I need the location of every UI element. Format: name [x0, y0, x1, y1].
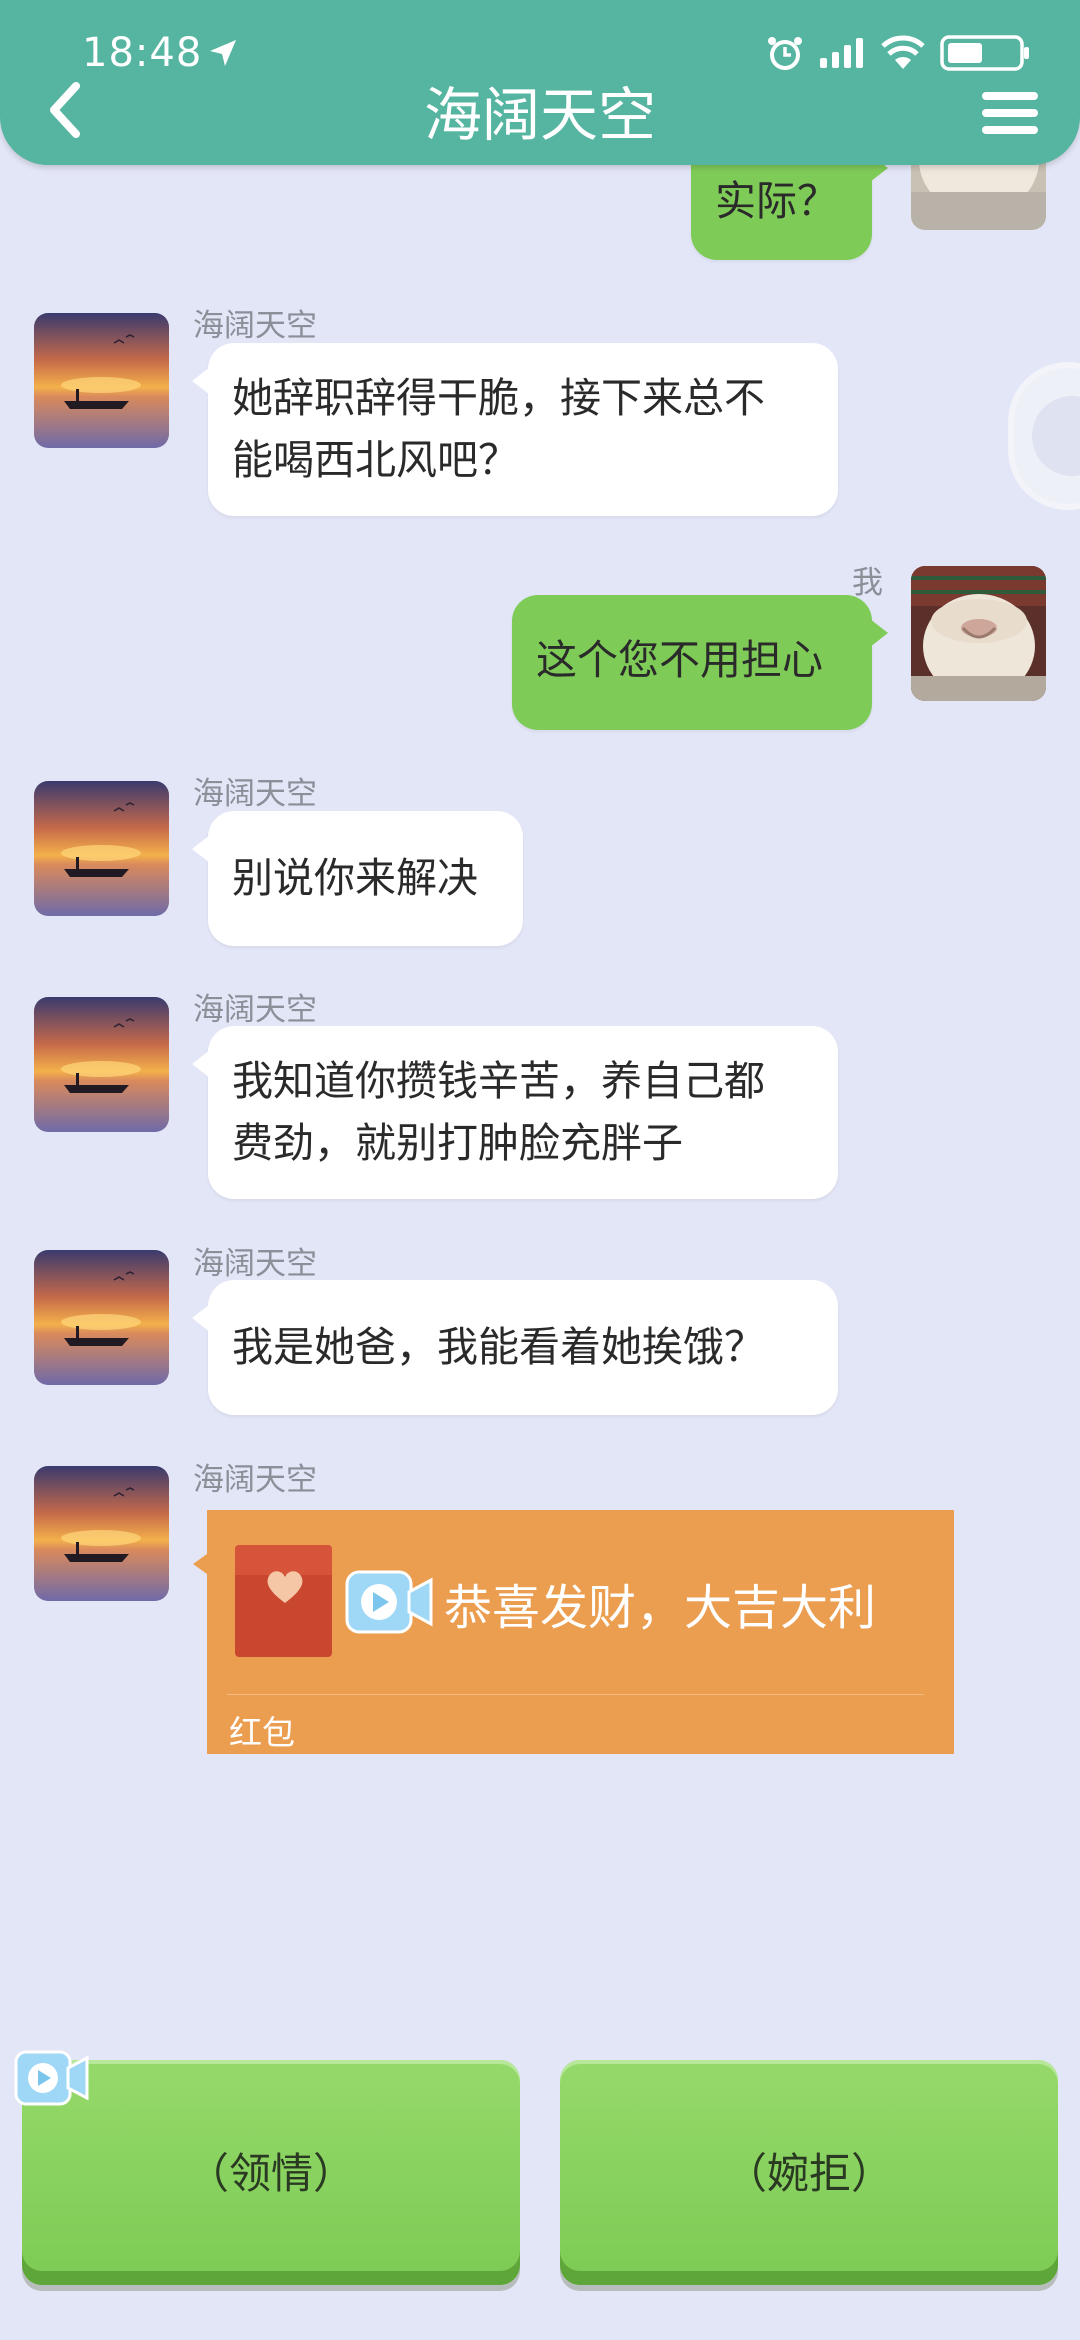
message-bubble-incoming: 她辞职辞得干脆，接下来总不 能喝西北风吧？	[192, 343, 838, 516]
video-icon[interactable]	[14, 2050, 90, 2106]
sender-name: 海阔天空	[193, 1246, 317, 1282]
sender-name: 海阔天空	[193, 776, 317, 812]
my-avatar[interactable]	[911, 566, 1046, 701]
message-text: 别说你来解决	[232, 854, 478, 902]
sender-name: 海阔天空	[193, 992, 317, 1028]
message-line: 能喝西北风吧？	[232, 436, 519, 484]
red-envelope-icon	[235, 1545, 332, 1657]
message-line: 她辞职辞得干脆，接下来总不	[232, 374, 765, 422]
wifi-icon	[881, 35, 925, 69]
contact-avatar[interactable]	[34, 1250, 169, 1385]
sender-name: 海阔天空	[193, 1462, 317, 1498]
message-line: 我知道你攒钱辛苦，养自己都	[232, 1057, 765, 1105]
red-packet-label: 红包	[229, 1713, 295, 1752]
message-text: 实际？	[715, 177, 838, 225]
choice-button-decline[interactable]: （婉拒）	[560, 2060, 1058, 2285]
signal-icon	[820, 38, 863, 68]
message-bubble-outgoing: 这个您不用担心	[512, 595, 888, 730]
chat-area[interactable]: 实际？ 海阔天空 她辞职辞得干脆，接下来总不 能喝西北风吧？ 我 这个您不用担心…	[0, 0, 1080, 2000]
battery-icon	[940, 35, 1029, 71]
app-header: 18:48 海阔天空	[0, 0, 1080, 165]
message-text: 这个您不用担心	[536, 636, 823, 684]
message-bubble-incoming: 别说你来解决	[192, 811, 523, 946]
message-text: 我是她爸，我能看着她挨饿？	[232, 1323, 765, 1371]
choice-button-accept[interactable]: （领情）	[22, 2060, 520, 2285]
message-bubble-incoming: 我是她爸，我能看着她挨饿？	[192, 1280, 838, 1415]
divider	[227, 1694, 924, 1695]
page-title: 海阔天空	[423, 81, 656, 149]
red-packet-message[interactable]: 恭喜发财，大吉大利 红包	[193, 1510, 954, 1754]
alarm-icon	[768, 37, 802, 70]
heart-icon	[267, 1571, 303, 1603]
video-icon	[345, 1570, 433, 1634]
contact-avatar[interactable]	[34, 313, 169, 448]
message-bubble-incoming: 我知道你攒钱辛苦，养自己都 费劲，就别打肿脸充胖子	[192, 1026, 838, 1199]
message-line: 费劲，就别打肿脸充胖子	[232, 1119, 683, 1167]
contact-avatar[interactable]	[34, 1466, 169, 1601]
choice-label: （领情）	[186, 2149, 355, 2198]
status-icons	[766, 34, 1030, 72]
floating-assistant-button[interactable]	[1008, 362, 1080, 510]
contact-avatar[interactable]	[34, 997, 169, 1132]
red-packet-text: 恭喜发财，大吉大利	[444, 1580, 877, 1636]
location-arrow-icon	[210, 40, 236, 66]
sender-name: 海阔天空	[193, 308, 317, 344]
choice-label: （婉拒）	[724, 2149, 893, 2198]
contact-avatar[interactable]	[34, 781, 169, 916]
menu-icon[interactable]	[982, 92, 1038, 140]
sender-name: 我	[852, 565, 883, 601]
